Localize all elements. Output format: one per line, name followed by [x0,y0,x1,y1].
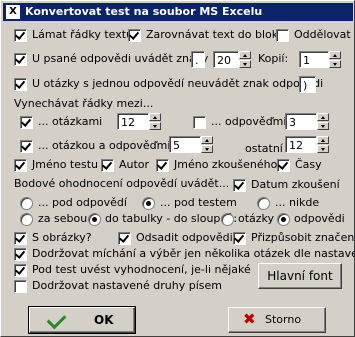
nikde-label: ... nikde [275,196,320,209]
bodove-heading: Bodové ohodnocení odpovědí uvádět... [14,177,230,190]
hlavni-font-label: Hlavní font [267,269,333,283]
storno-label: Storno [265,313,302,326]
ok-button[interactable]: OK [28,306,136,334]
lamat-label: Lámat řádky textu [32,28,134,41]
odpovedmi-spinner[interactable] [317,113,329,130]
window-title: Konvertovat test na soubor MS Excelu [25,5,263,18]
datum-label: Datum zkoušení [251,178,340,191]
dodrzovat-pisem-label: Dodržovat nastavené druhy písem [32,279,222,292]
app-icon: X [6,5,20,19]
otazkou-checkbox[interactable] [20,140,33,153]
title-bar: X Konvertovat test na soubor MS Excelu [3,3,353,21]
pod-testem-radio[interactable] [142,197,155,210]
pod-odpovedi-label: ... pod odpovědí [38,196,127,209]
do-tabulky-radio[interactable] [88,213,101,226]
zkouseny-label: Jméno zkoušeného [174,158,278,171]
psane-label: U psané odpovědi uvádět znaky [32,52,209,65]
odsadit-label: Odsadit odpovědi [136,231,233,244]
oddelovat-label: Oddělovat [294,28,351,41]
otazkou-field[interactable]: 5 [169,136,201,153]
zarovnavat-label: Zarovnávat text do bloků [146,28,285,41]
kopii-label: Kopií: [258,52,289,65]
zarovnavat-checkbox[interactable] [128,29,141,42]
zkouseny-checkbox[interactable] [156,159,169,172]
kopii-field[interactable]: 1 [299,51,329,68]
jmeno-testu-label: Jméno testu [32,158,99,171]
psane-checkbox[interactable] [14,53,27,66]
casy-label: Časy [295,158,322,171]
do-tabulky-label: do tabulky - do sloupců: [105,212,238,225]
odpovedmi-checkbox[interactable] [193,116,206,129]
otazky-radio[interactable] [221,213,234,226]
nikde-radio[interactable] [257,197,270,210]
odpovedmi-field[interactable]: 3 [285,113,317,130]
obrazky-label: S obrázky? [32,231,92,244]
odpovedi-radio[interactable] [277,213,290,226]
ok-label: OK [94,313,114,327]
autor-checkbox[interactable] [101,159,114,172]
odpovedi-label: odpovědi [294,212,345,225]
otazky-label: otázky [238,212,275,225]
storno-button[interactable]: ✖ Storno [228,307,326,333]
dodrzovat-michani-checkbox[interactable] [14,248,27,261]
vynechavat-heading: Vynechávat řádky mezi... [14,97,154,110]
pod-testem-label: ... pod testem [160,196,237,209]
odpovedmi-label: ... odpověďmi [211,115,287,128]
otazkou-label: ... otázkou a odpověďmi [38,139,171,152]
ostatni-field[interactable]: 12 [285,136,317,153]
prizpusobit-label: Přizpůsobit značení [251,231,355,244]
ostatni-spinner[interactable] [317,136,329,153]
znaky-field[interactable]: 20 [213,51,239,68]
dialog-window: X Konvertovat test na soubor MS Excelu L… [0,0,355,337]
close-icon: ✖ [243,310,256,328]
otazkou-spinner[interactable] [201,136,213,153]
otazkami-spinner[interactable] [149,113,161,130]
pod-odpovedi-radio[interactable] [20,197,33,210]
lamat-checkbox[interactable] [14,29,27,42]
odsadit-checkbox[interactable] [118,232,131,245]
oddelovat-checkbox[interactable] [276,29,289,42]
pod-test-checkbox[interactable] [14,264,27,277]
otazkami-label: ... otázkami [38,115,103,128]
autor-label: Autor [119,158,150,171]
ostatni-label: ostatní [245,142,283,155]
dodrzovat-michani-label: Dodržovat míchání a výběr jen několika o… [32,247,355,260]
casy-checkbox[interactable] [277,159,290,172]
otazkami-field[interactable]: 12 [117,113,149,130]
kopii-spinner[interactable] [329,51,341,68]
jedna-odpoved-checkbox[interactable] [14,78,27,91]
checkmark-icon [46,309,67,330]
obrazky-checkbox[interactable] [14,232,27,245]
pod-test-label: Pod test uvést vyhodnocení, je-li nějaké [32,263,251,276]
jmeno-testu-checkbox[interactable] [14,159,27,172]
znak-odpovedi-field[interactable]: ) [299,76,316,93]
jedna-odpoved-label: U otázky s jednou odpovědí neuvádět znak… [32,77,324,90]
znaky-spinner[interactable] [239,51,251,68]
datum-checkbox[interactable] [233,179,246,192]
hlavni-font-button[interactable]: Hlavní font [258,263,342,289]
dodrzovat-pisem-checkbox[interactable] [14,280,27,293]
dot-field[interactable]: . [191,51,205,68]
za-sebou-label: za sebou [38,212,88,225]
za-sebou-radio[interactable] [20,213,33,226]
prizpusobit-checkbox[interactable] [233,232,246,245]
otazkami-checkbox[interactable] [20,116,33,129]
